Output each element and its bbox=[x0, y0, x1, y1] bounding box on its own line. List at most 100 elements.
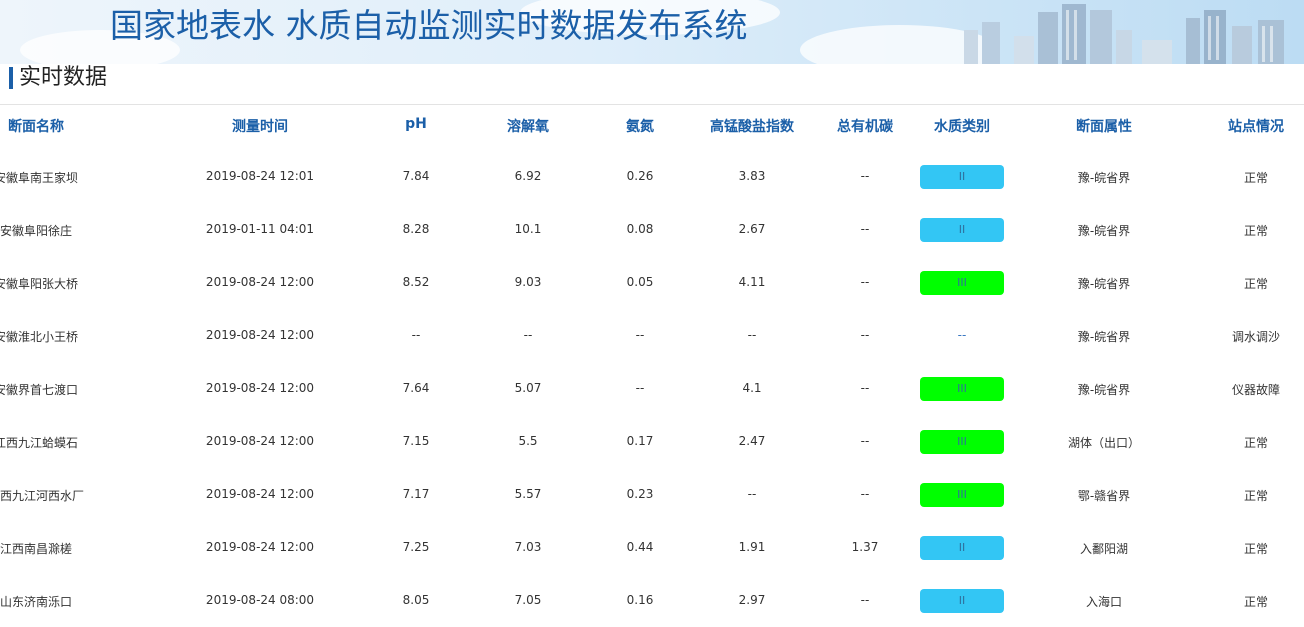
cell-do: 9.03 bbox=[514, 275, 542, 289]
cell-time: 2019-01-11 04:01 bbox=[205, 222, 315, 236]
cell-do: 5.57 bbox=[514, 487, 542, 501]
cell-mn: 4.11 bbox=[738, 275, 766, 289]
column-header-col-do: 溶解氧 bbox=[507, 119, 549, 135]
cell-ph: 7.64 bbox=[402, 381, 430, 395]
cell-do: 10.1 bbox=[514, 222, 542, 236]
table-row[interactable]: 山东济南泺口 2019-08-24 08:00 8.05 7.05 0.16 2.97 --… bbox=[0, 574, 1304, 627]
cell-ph: 8.05 bbox=[402, 593, 430, 607]
cell-status: 正常 bbox=[1243, 542, 1269, 556]
cell-name: 江西九江蛤蟆石 bbox=[0, 436, 79, 450]
cell-toc: -- bbox=[860, 487, 870, 501]
cell-attr: 豫-皖省界 bbox=[1077, 330, 1131, 344]
cell-mn: 3.83 bbox=[738, 169, 766, 183]
cell-nh: 0.44 bbox=[626, 540, 654, 554]
cell-attr: 豫-皖省界 bbox=[1077, 171, 1131, 185]
cell-time: 2019-08-24 12:00 bbox=[205, 275, 315, 289]
cell-toc: -- bbox=[860, 169, 870, 183]
cell-mn: 2.67 bbox=[738, 222, 766, 236]
cell-status: 仪器故障 bbox=[1231, 383, 1281, 397]
cell-ph: 7.17 bbox=[402, 487, 430, 501]
cell-name: 安徽阜南王家坝 bbox=[0, 171, 79, 185]
cell-do: 7.03 bbox=[514, 540, 542, 554]
cell-nh: 0.26 bbox=[626, 169, 654, 183]
column-header-col-toc: 总有机碳 bbox=[837, 119, 893, 135]
cell-status: 正常 bbox=[1243, 436, 1269, 450]
cell-time: 2019-08-24 12:00 bbox=[205, 434, 315, 448]
cell-ph: 7.15 bbox=[402, 434, 430, 448]
cell-do: 5.07 bbox=[514, 381, 542, 395]
cell-name: 安徽阜阳徐庄 bbox=[0, 224, 73, 238]
cell-name: 江西南昌滁槎 bbox=[0, 542, 73, 556]
cell-nh: 0.08 bbox=[626, 222, 654, 236]
cell-ph: 7.25 bbox=[402, 540, 430, 554]
cell-time: 2019-08-24 12:00 bbox=[205, 381, 315, 395]
water-quality-badge: III bbox=[920, 271, 1004, 295]
cell-do: 6.92 bbox=[514, 169, 542, 183]
cell-nh: 0.05 bbox=[626, 275, 654, 289]
table-row[interactable]: 江西九江蛤蟆石 2019-08-24 12:00 7.15 5.5 0.17 2.47 --… bbox=[0, 415, 1304, 468]
cell-attr: 湖体（出口） bbox=[1067, 436, 1141, 450]
cell-status: 正常 bbox=[1243, 224, 1269, 238]
cell-toc: -- bbox=[860, 593, 870, 607]
section-header bbox=[0, 64, 1304, 105]
cell-time: 2019-08-24 12:01 bbox=[205, 169, 315, 183]
table-row[interactable]: 安徽阜阳徐庄 2019-01-11 04:01 8.28 10.1 0.08 2.67 --… bbox=[0, 203, 1304, 256]
cell-attr: 豫-皖省界 bbox=[1077, 224, 1131, 238]
cell-toc: -- bbox=[860, 275, 870, 289]
water-quality-badge: II bbox=[920, 218, 1004, 242]
cell-mn: 4.1 bbox=[742, 381, 762, 395]
cell-attr: 鄂-赣省界 bbox=[1077, 489, 1131, 503]
cell-mn: 1.91 bbox=[738, 540, 766, 554]
column-header-col-time: 测量时间 bbox=[232, 119, 288, 135]
water-quality-badge: III bbox=[920, 483, 1004, 507]
column-header-col-attr: 断面属性 bbox=[1076, 119, 1132, 135]
cell-do: -- bbox=[523, 328, 533, 342]
cell-time: 2019-08-24 12:00 bbox=[205, 540, 315, 554]
cell-nh: -- bbox=[635, 328, 645, 342]
cell-mn: -- bbox=[747, 487, 757, 501]
column-header-col-grade: 水质类别 bbox=[934, 119, 990, 135]
cell-mn: 2.47 bbox=[738, 434, 766, 448]
column-header-col-status: 站点情况 bbox=[1228, 119, 1284, 135]
cell-do: 5.5 bbox=[518, 434, 538, 448]
cell-name: 江西九江河西水厂 bbox=[0, 489, 85, 503]
cell-status: 调水调沙 bbox=[1231, 330, 1281, 344]
table-row[interactable]: 安徽淮北小王桥 2019-08-24 12:00 -- -- -- -- -- -- 豫-皖省界… bbox=[0, 309, 1304, 362]
city-skyline-image bbox=[964, 4, 1284, 64]
cell-time: 2019-08-24 12:00 bbox=[205, 487, 315, 501]
cell-name: 安徽界首七渡口 bbox=[0, 383, 79, 397]
cell-mn: -- bbox=[747, 328, 757, 342]
table-row[interactable]: 江西九江河西水厂 2019-08-24 12:00 7.17 5.57 0.23 -- --… bbox=[0, 468, 1304, 521]
cell-toc: -- bbox=[860, 434, 870, 448]
water-quality-badge: III bbox=[920, 430, 1004, 454]
cell-attr: 入海口 bbox=[1085, 595, 1123, 609]
column-header-col-nh: 氨氮 bbox=[626, 119, 654, 135]
cell-ph: 7.84 bbox=[402, 169, 430, 183]
cell-attr: 豫-皖省界 bbox=[1077, 383, 1131, 397]
section-accent-bar bbox=[9, 67, 13, 89]
site-title: 国家地表水 水质自动监测实时数据发布系统 bbox=[110, 6, 748, 45]
cell-status: 正常 bbox=[1243, 171, 1269, 185]
cell-toc: -- bbox=[860, 381, 870, 395]
cell-toc: 1.37 bbox=[851, 540, 879, 554]
table-row[interactable]: 安徽界首七渡口 2019-08-24 12:00 7.64 5.07 -- 4.1 -- II… bbox=[0, 362, 1304, 415]
column-header-col-name: 断面名称 bbox=[8, 119, 64, 135]
water-quality-badge: II bbox=[920, 165, 1004, 189]
cell-status: 正常 bbox=[1243, 277, 1269, 291]
cell-time: 2019-08-24 08:00 bbox=[205, 593, 315, 607]
cell-nh: -- bbox=[635, 381, 645, 395]
cell-name: 安徽淮北小王桥 bbox=[0, 330, 79, 344]
cell-name: 安徽阜阳张大桥 bbox=[0, 277, 79, 291]
cell-status: 正常 bbox=[1243, 595, 1269, 609]
table-row[interactable]: 江西南昌滁槎 2019-08-24 12:00 7.25 7.03 0.44 1.91 1.… bbox=[0, 521, 1304, 574]
cell-nh: 0.16 bbox=[626, 593, 654, 607]
table-header: 断面名称 测量时间 pH 溶解氧 氨氮 高锰酸盐指数 总有机碳 水质类别 断面属性 站点情况 bbox=[0, 104, 1304, 146]
cell-status: 正常 bbox=[1243, 489, 1269, 503]
section-title: 实时数据 bbox=[19, 65, 108, 90]
cell-nh: 0.17 bbox=[626, 434, 654, 448]
cell-ph: 8.52 bbox=[402, 275, 430, 289]
table-row[interactable]: 安徽阜南王家坝 2019-08-24 12:01 7.84 6.92 0.26 3.83 -… bbox=[0, 150, 1304, 203]
table-row[interactable]: 安徽阜阳张大桥 2019-08-24 12:00 8.52 9.03 0.05 4.11 -… bbox=[0, 256, 1304, 309]
cell-name: 山东济南泺口 bbox=[0, 595, 73, 609]
water-quality-badge: II bbox=[920, 589, 1004, 613]
